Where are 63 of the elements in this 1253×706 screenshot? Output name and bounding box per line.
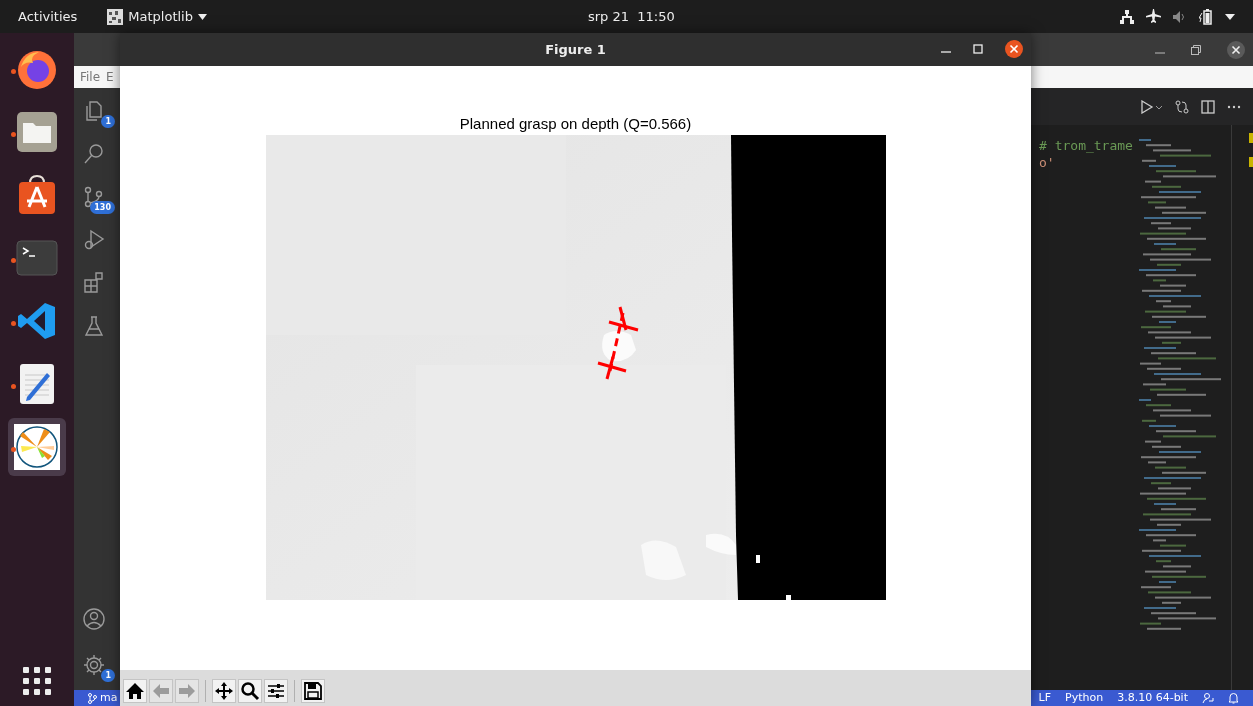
bell-icon[interactable] [1228,692,1239,704]
toolbar-button[interactable] [301,679,325,703]
code-line: o' [1039,154,1056,171]
restore-icon[interactable] [1191,44,1201,55]
maximize-icon[interactable] [973,44,983,54]
menu-item[interactable]: File [80,68,101,86]
run-icon[interactable] [1141,99,1163,114]
flask-icon [82,314,106,338]
activities-button[interactable]: Activities [18,6,78,27]
status-item[interactable]: Python [1065,689,1104,706]
count-badge: 1 [101,669,115,682]
magnifier-icon [240,681,260,701]
polar-chart-icon [14,424,60,470]
change-marker [1249,133,1253,143]
pencil-note-icon [19,363,55,405]
code-editor-icon [17,301,57,341]
dock-item[interactable] [8,418,66,476]
blocks-icon [82,271,106,295]
change-marker [1249,157,1253,167]
window-title: Figure 1 [545,40,606,59]
home-icon [125,681,145,701]
toolbar-button[interactable] [264,679,288,703]
muted-speaker-icon[interactable] [1173,9,1187,24]
status-item[interactable]: LF [1038,689,1052,706]
shopping-bag-icon [16,174,58,216]
count-badge: 130 [90,201,115,214]
toolbar-button[interactable] [123,679,147,703]
activity-bar-item[interactable]: 1 [79,652,115,682]
sliders-icon [266,681,286,701]
branch-name[interactable]: ma [100,689,118,706]
system-menu-caret-icon[interactable] [1225,13,1235,20]
app-icon [107,8,124,25]
terminal-icon [16,240,58,276]
branch-icon [88,692,97,704]
move-arrows-icon [214,681,234,701]
app-grid-icon[interactable] [22,666,52,696]
clock[interactable]: srp 21 11:50 [588,6,675,27]
count-badge: 1 [101,115,115,128]
folder-icon [16,111,58,153]
feedback-icon[interactable] [1202,692,1214,704]
activity-bar-item[interactable]: 130 [79,184,115,214]
status-item[interactable]: 3.8.10 64-bit [1117,689,1188,706]
battery-icon[interactable] [1199,8,1213,25]
airplane-icon[interactable] [1146,9,1161,24]
menu-item[interactable]: E [106,68,114,86]
compare-changes-icon[interactable] [1175,99,1189,114]
network-icon[interactable] [1120,9,1134,24]
plot-title: Planned grasp on depth (Q=0.566) [459,114,692,134]
forward-arrow-icon [177,681,197,701]
split-editor-icon[interactable] [1201,99,1215,114]
app-menu[interactable]: Matplotlib [128,6,193,27]
play-bug-icon [82,228,106,252]
settings-icon [82,653,106,677]
account-icon [82,607,106,631]
toolbar-button[interactable] [238,679,262,703]
code-line: # trom_trame [1039,137,1131,154]
close-icon[interactable] [1005,40,1023,58]
search-icon [82,142,106,166]
close-icon[interactable] [1227,40,1245,59]
more-icon[interactable] [1227,104,1241,109]
activity-bar-item[interactable]: 1 [79,98,115,128]
toolbar-button[interactable] [212,679,236,703]
dropdown-caret-icon [198,13,207,20]
